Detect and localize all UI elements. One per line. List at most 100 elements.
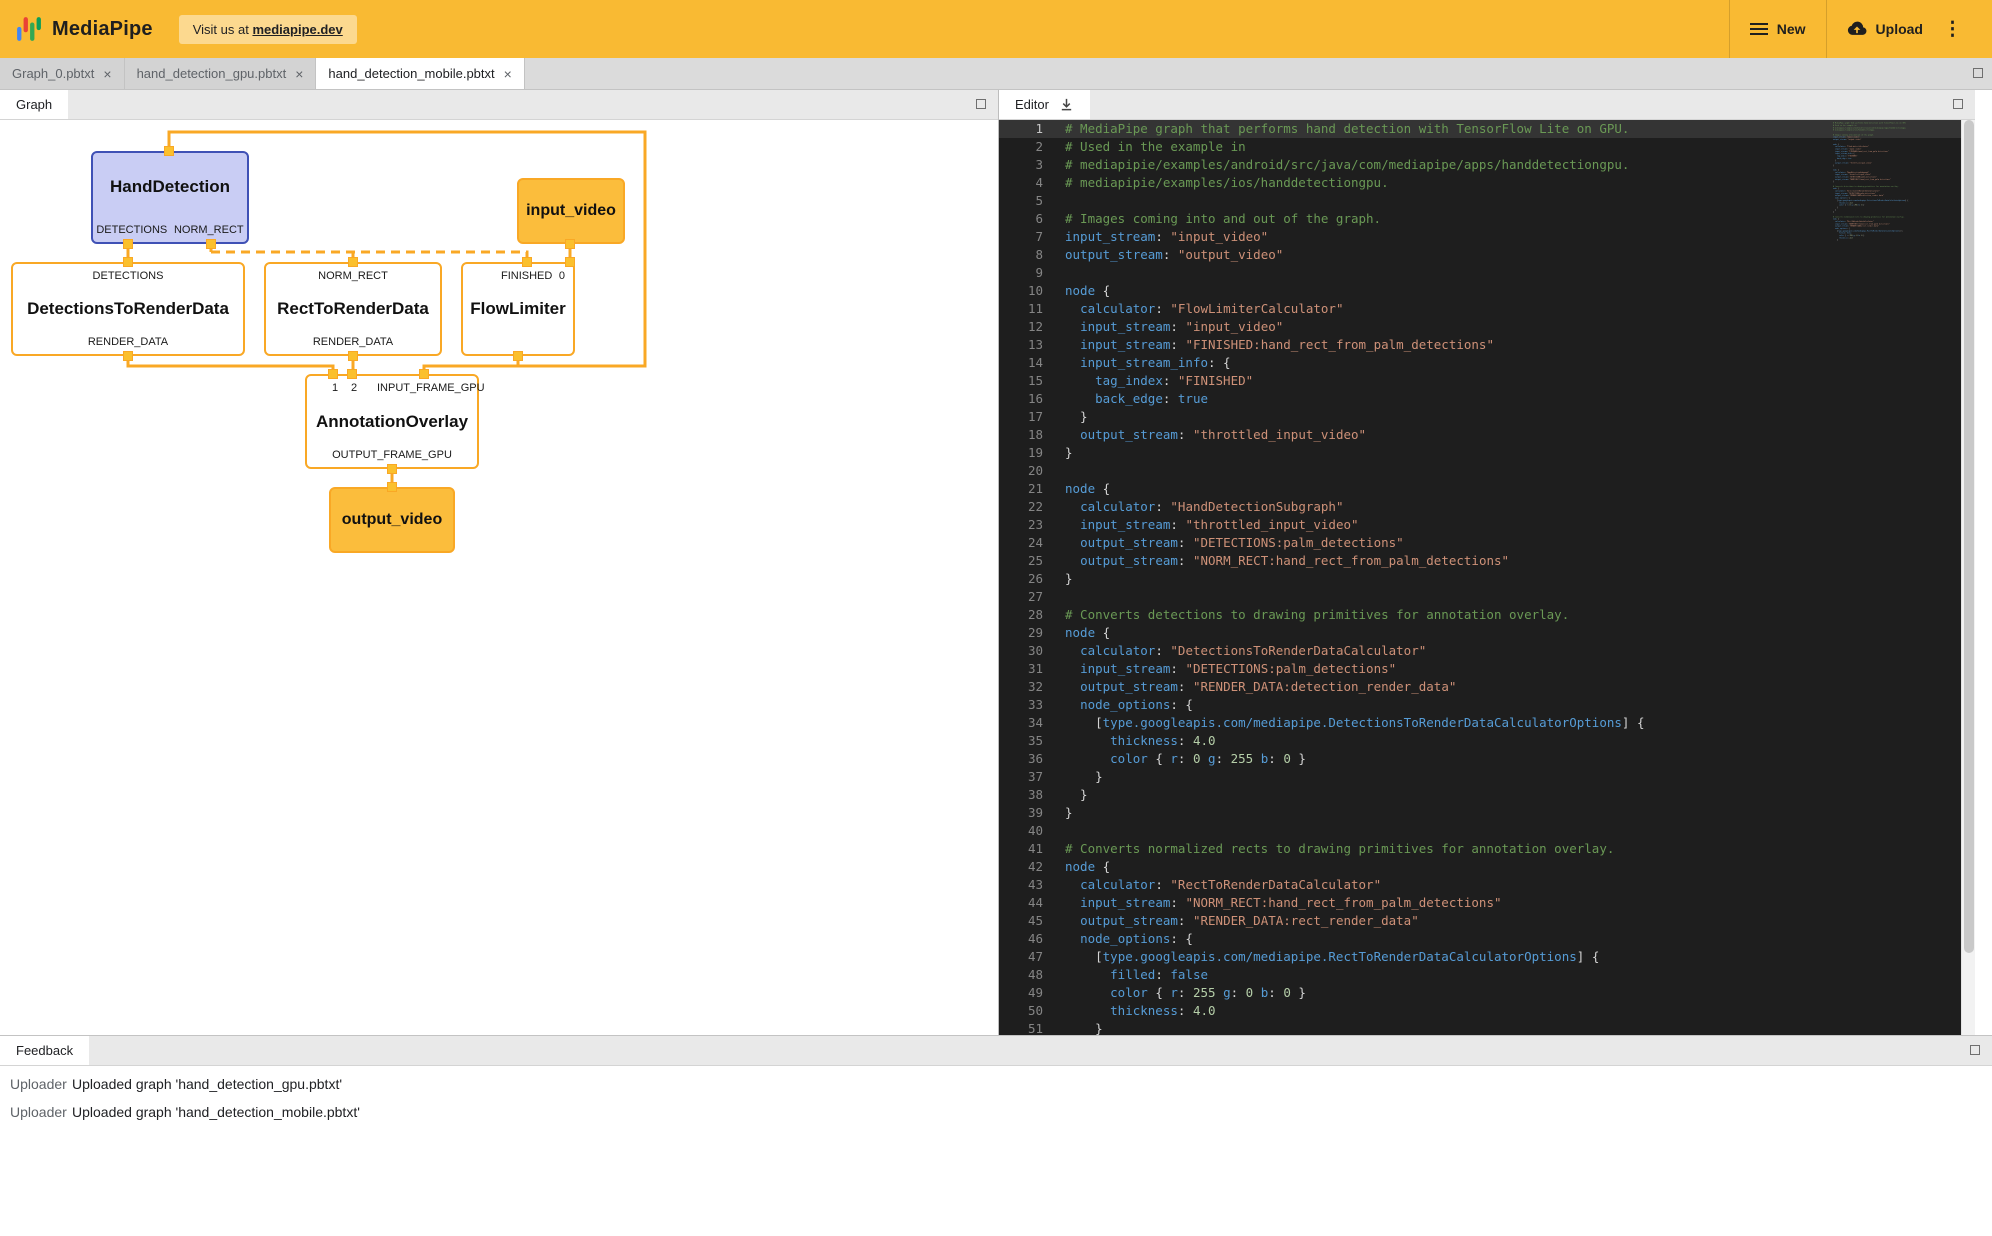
code-line[interactable]: 43 calculator: "RectToRenderDataCalculat… (999, 876, 1961, 894)
code-line[interactable]: 29node { (999, 624, 1961, 642)
code-line[interactable]: 51 } (999, 1020, 1961, 1035)
code-line[interactable]: 31 input_stream: "DETECTIONS:palm_detect… (999, 660, 1961, 678)
file-tab-hand-detection-mobile[interactable]: hand_detection_mobile.pbtxt × (316, 58, 524, 89)
line-number: 45 (999, 912, 1043, 930)
file-tab-hand-detection-gpu[interactable]: hand_detection_gpu.pbtxt × (125, 58, 317, 89)
close-icon[interactable]: × (295, 67, 303, 81)
code-line[interactable]: 19} (999, 444, 1961, 462)
code-line[interactable]: 46 node_options: { (999, 930, 1961, 948)
port-label: 1 (332, 382, 338, 394)
code-line[interactable]: 18 output_stream: "throttled_input_video… (999, 426, 1961, 444)
topbar-actions: New Upload ⋮ (1729, 0, 1992, 58)
code-line[interactable]: 34 [type.googleapis.com/mediapipe.Detect… (999, 714, 1961, 732)
node-output-video[interactable]: output_video (329, 487, 455, 553)
maximize-icon[interactable] (1953, 99, 1963, 109)
top-bar: MediaPipe Visit us at mediapipe.dev New … (0, 0, 1992, 58)
graph-edges (0, 120, 998, 1035)
code-line[interactable]: 17 } (999, 408, 1961, 426)
maximize-icon[interactable] (1973, 68, 1983, 78)
maximize-icon[interactable] (976, 99, 986, 109)
code-line[interactable]: 45 output_stream: "RENDER_DATA:rect_rend… (999, 912, 1961, 930)
code-line[interactable]: 14 input_stream_info: { (999, 354, 1961, 372)
line-number: 16 (999, 390, 1043, 408)
code-line[interactable]: 26} (999, 570, 1961, 588)
scrollbar-thumb[interactable] (1964, 120, 1974, 953)
line-number: 1 (999, 120, 1043, 138)
overflow-menu-button[interactable]: ⋮ (1943, 0, 1968, 58)
code-line[interactable]: 47 [type.googleapis.com/mediapipe.RectTo… (999, 948, 1961, 966)
minimap[interactable]: # MediaPipe graph that performs hand det… (1833, 122, 1961, 1035)
node-annotationoverlay[interactable]: 1 2 INPUT_FRAME_GPU AnnotationOverlay OU… (305, 374, 479, 469)
code-line[interactable]: 24 output_stream: "DETECTIONS:palm_detec… (999, 534, 1961, 552)
close-icon[interactable]: × (103, 67, 111, 81)
code-line[interactable]: 25 output_stream: "NORM_RECT:hand_rect_f… (999, 552, 1961, 570)
maximize-icon[interactable] (1970, 1045, 1980, 1055)
upload-button[interactable]: Upload (1826, 0, 1943, 58)
mediapipe-logo-icon (16, 16, 42, 42)
code-line[interactable]: 22 calculator: "HandDetectionSubgraph" (999, 498, 1961, 516)
download-icon[interactable] (1059, 97, 1074, 112)
port-label: NORM_RECT (318, 270, 388, 282)
code-line[interactable]: 39} (999, 804, 1961, 822)
tab-graph[interactable]: Graph (0, 90, 68, 119)
code-line[interactable]: 21node { (999, 480, 1961, 498)
graph-canvas[interactable]: HandDetection DETECTIONS NORM_RECT input… (0, 120, 998, 1035)
code-line[interactable]: 36 color { r: 0 g: 255 b: 0 } (999, 750, 1961, 768)
line-number: 8 (999, 246, 1043, 264)
code-line[interactable]: 16 back_edge: true (999, 390, 1961, 408)
code-line[interactable]: 23 input_stream: "throttled_input_video" (999, 516, 1961, 534)
code-line[interactable]: 42node { (999, 858, 1961, 876)
line-number: 33 (999, 696, 1043, 714)
code-line[interactable]: 1# MediaPipe graph that performs hand de… (999, 120, 1961, 138)
code-line[interactable]: 40 (999, 822, 1961, 840)
line-number: 41 (999, 840, 1043, 858)
new-button[interactable]: New (1729, 0, 1826, 58)
code-line[interactable]: 6# Images coming into and out of the gra… (999, 210, 1961, 228)
code-line[interactable]: 9 (999, 264, 1961, 282)
code-line[interactable]: 50 thickness: 4.0 (999, 1002, 1961, 1020)
code-line[interactable]: 41# Converts normalized rects to drawing… (999, 840, 1961, 858)
code-line[interactable]: 44 input_stream: "NORM_RECT:hand_rect_fr… (999, 894, 1961, 912)
file-tab-label: Graph_0.pbtxt (12, 66, 94, 81)
code-line[interactable]: 13 input_stream: "FINISHED:hand_rect_fro… (999, 336, 1961, 354)
code-line[interactable]: 20 (999, 462, 1961, 480)
node-output-ports: RENDER_DATA (266, 336, 440, 348)
code-line[interactable]: 4# mediapipie/examples/ios/handdetection… (999, 174, 1961, 192)
code-line[interactable]: 8output_stream: "output_video" (999, 246, 1961, 264)
visit-badge: Visit us at mediapipe.dev (179, 15, 357, 44)
code-line[interactable]: 30 calculator: "DetectionsToRenderDataCa… (999, 642, 1961, 660)
node-input-video[interactable]: input_video (517, 178, 625, 244)
brand: MediaPipe (16, 16, 153, 42)
code-line[interactable]: 38 } (999, 786, 1961, 804)
editor-panel-header: Editor (999, 90, 1975, 120)
code-line[interactable]: 32 output_stream: "RENDER_DATA:detection… (999, 678, 1961, 696)
new-button-label: New (1777, 21, 1806, 37)
code-line[interactable]: 15 tag_index: "FINISHED" (999, 372, 1961, 390)
node-recttorenderdata[interactable]: NORM_RECT RectToRenderData RENDER_DATA (264, 262, 442, 356)
code-line[interactable]: 12 input_stream: "input_video" (999, 318, 1961, 336)
code-line[interactable]: 27 (999, 588, 1961, 606)
code-editor[interactable]: 1 # MediaPipe graph that performs hand de… (999, 120, 1975, 1035)
editor-scrollbar[interactable] (1961, 120, 1975, 1035)
code-line[interactable]: 48 filled: false (999, 966, 1961, 984)
tab-feedback[interactable]: Feedback (0, 1036, 89, 1065)
code-line[interactable]: 10node { (999, 282, 1961, 300)
code-line[interactable]: 7input_stream: "input_video" (999, 228, 1961, 246)
tab-editor[interactable]: Editor (999, 90, 1090, 119)
code-line[interactable]: 5 (999, 192, 1961, 210)
mediapipe-dev-link[interactable]: mediapipe.dev (252, 22, 342, 37)
code-line[interactable]: 2# Used in the example in (999, 138, 1961, 156)
code-line[interactable]: 33 node_options: { (999, 696, 1961, 714)
close-icon[interactable]: × (504, 67, 512, 81)
code-line[interactable]: 3# mediapipie/examples/android/src/java/… (999, 156, 1961, 174)
node-flowlimiter[interactable]: FINISHED 0 FlowLimiter (461, 262, 575, 356)
code-line[interactable]: 28# Converts detections to drawing primi… (999, 606, 1961, 624)
code-line[interactable]: 37 } (999, 768, 1961, 786)
node-handdetection[interactable]: HandDetection DETECTIONS NORM_RECT (91, 151, 249, 244)
node-detectionstorenderdata[interactable]: DETECTIONS DetectionsToRenderData RENDER… (11, 262, 245, 356)
code-line[interactable]: 49 color { r: 255 g: 0 b: 0 } (999, 984, 1961, 1002)
code-line[interactable]: 35 thickness: 4.0 (999, 732, 1961, 750)
code-lines[interactable]: 1 # MediaPipe graph that performs hand de… (999, 120, 1961, 1035)
code-line[interactable]: 11 calculator: "FlowLimiterCalculator" (999, 300, 1961, 318)
file-tab-graph0[interactable]: Graph_0.pbtxt × (0, 58, 125, 89)
